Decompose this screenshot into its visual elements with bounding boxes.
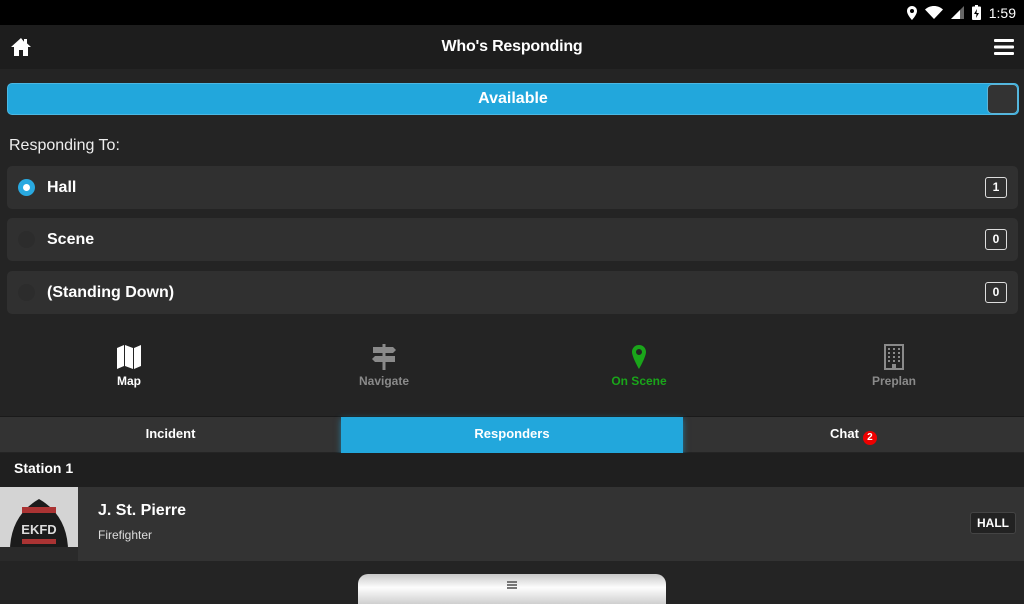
action-label: Preplan <box>871 374 916 388</box>
app-bar: Who's Responding <box>0 25 1024 69</box>
responder-avatar: EKFD <box>0 487 78 561</box>
availability-label: Available <box>478 90 548 107</box>
option-label: Hall <box>47 179 77 196</box>
responder-role: Firefighter <box>98 528 153 542</box>
location-icon <box>906 5 917 20</box>
wifi-icon <box>924 6 943 19</box>
count-badge: 1 <box>985 177 1007 198</box>
signpost-icon <box>372 344 396 370</box>
navigate-button[interactable]: Navigate <box>324 341 444 401</box>
signal-icon <box>950 6 964 19</box>
unread-badge: 2 <box>862 431 877 445</box>
responder-status-tag: HALL <box>970 512 1016 534</box>
option-standing-down[interactable]: (Standing Down) 0 <box>7 271 1018 314</box>
preplan-button[interactable]: Preplan <box>834 341 954 401</box>
tab-responders[interactable]: Responders <box>341 417 683 453</box>
status-bar: 1:59 <box>0 0 1024 25</box>
tab-incident[interactable]: Incident <box>0 417 341 453</box>
option-scene[interactable]: Scene 0 <box>7 218 1018 261</box>
map-icon <box>117 345 141 369</box>
station-header: Station 1 <box>0 453 1024 487</box>
tab-label: Incident <box>145 426 196 441</box>
helmet-text: EKFD <box>21 522 56 537</box>
page-title: Who's Responding <box>441 38 583 55</box>
tab-bar: Incident Responders Chat 2 <box>0 416 1024 453</box>
responder-row[interactable]: EKFD J. St. Pierre Firefighter HALL <box>0 487 1024 561</box>
action-bar: Map Navigate On Scene Preplan <box>0 341 1024 401</box>
radio-button[interactable] <box>18 284 35 301</box>
count-badge: 0 <box>985 282 1007 303</box>
toggle-knob[interactable] <box>987 84 1018 114</box>
tab-label: Chat <box>830 426 859 441</box>
radio-button[interactable] <box>18 179 35 196</box>
on-scene-button[interactable]: On Scene <box>579 341 699 401</box>
option-label: Scene <box>47 231 95 248</box>
action-label: On Scene <box>611 374 667 388</box>
responding-to-heading: Responding To: <box>9 137 120 154</box>
action-label: Navigate <box>358 374 410 388</box>
drag-handle-icon <box>507 581 517 589</box>
count-badge: 0 <box>985 229 1007 250</box>
tab-chat[interactable]: Chat 2 <box>683 417 1024 453</box>
main-content: Available Responding To: Hall 1 Scene 0 … <box>0 69 1024 604</box>
action-label: Map <box>117 374 141 388</box>
battery-charging-icon <box>971 5 981 20</box>
clock: 1:59 <box>988 4 1016 21</box>
map-button[interactable]: Map <box>69 341 189 401</box>
station-label: Station 1 <box>14 460 74 476</box>
radio-button[interactable] <box>18 231 35 248</box>
building-icon <box>884 344 904 370</box>
map-pin-icon <box>632 345 646 369</box>
option-label: (Standing Down) <box>47 284 175 301</box>
tab-label: Responders <box>474 426 550 441</box>
option-hall[interactable]: Hall 1 <box>7 166 1018 209</box>
responder-name: J. St. Pierre <box>98 502 187 519</box>
menu-icon[interactable] <box>994 38 1014 56</box>
availability-toggle[interactable]: Available <box>7 83 1019 115</box>
